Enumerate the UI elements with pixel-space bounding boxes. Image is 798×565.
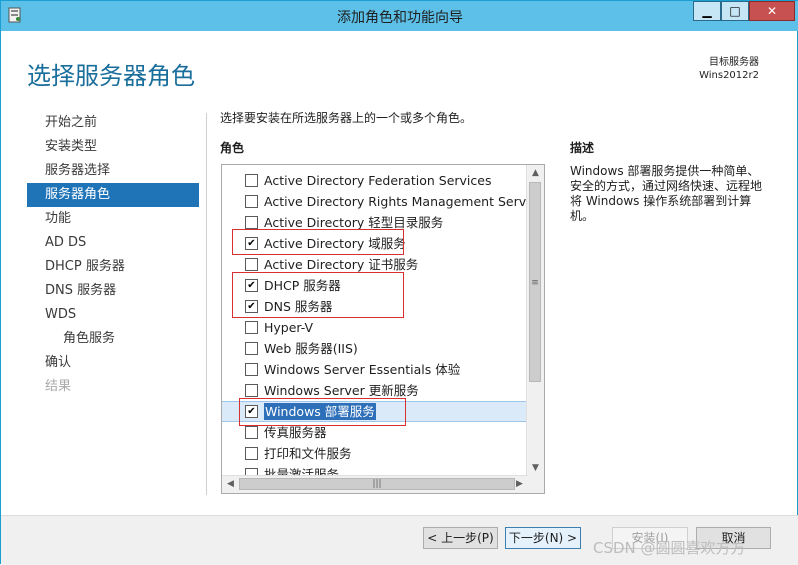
role-checkbox[interactable] <box>245 342 258 355</box>
wizard-window: 添加角色和功能向导 ▁ □ ✕ 选择服务器角色 目标服务器 Wins2012r2… <box>0 0 798 565</box>
nav-item-before-you-begin[interactable]: 开始之前 <box>27 111 199 135</box>
minimize-button[interactable]: ▁ <box>693 1 721 21</box>
wizard-nav: 开始之前 安装类型 服务器选择 服务器角色 功能 AD DS DHCP 服务器 … <box>27 111 199 399</box>
nav-item-dhcp-server[interactable]: DHCP 服务器 <box>27 255 199 279</box>
previous-button[interactable]: < 上一步(P) <box>423 527 498 549</box>
nav-item-results: 结果 <box>45 379 72 394</box>
horizontal-scroll-thumb[interactable]: ||| <box>239 478 515 490</box>
role-item-print-file[interactable]: 打印和文件服务 <box>222 443 528 464</box>
maximize-button[interactable]: □ <box>721 1 749 21</box>
role-item-adfs[interactable]: Active Directory Federation Services <box>222 170 528 191</box>
nav-item-dns-server[interactable]: DNS 服务器 <box>27 279 199 303</box>
role-checkbox[interactable] <box>245 258 258 271</box>
role-label: 打印和文件服务 <box>264 446 352 461</box>
vertical-scroll-thumb[interactable]: ≡ <box>529 182 541 382</box>
page-title: 选择服务器角色 <box>27 62 195 90</box>
role-checkbox[interactable] <box>245 195 258 208</box>
nav-item-server-selection[interactable]: 服务器选择 <box>27 159 199 183</box>
role-label: Active Directory Rights Management Servi… <box>264 194 545 209</box>
target-server-name: Wins2012r2 <box>699 70 759 81</box>
role-label: Windows Server Essentials 体验 <box>264 362 461 377</box>
scroll-down-icon[interactable]: ▼ <box>527 460 544 477</box>
nav-item-server-roles[interactable]: 服务器角色 <box>27 183 199 207</box>
role-label: Active Directory Federation Services <box>264 173 492 188</box>
nav-divider <box>206 113 207 495</box>
role-checkbox[interactable] <box>245 321 258 334</box>
nav-item-features[interactable]: 功能 <box>27 207 199 231</box>
scroll-left-icon[interactable]: ◀ <box>222 476 239 493</box>
nav-item-wds[interactable]: WDS <box>27 303 199 327</box>
close-button[interactable]: ✕ <box>749 1 795 21</box>
minimize-icon: ▁ <box>702 4 712 18</box>
title-bar[interactable]: 添加角色和功能向导 ▁ □ ✕ <box>1 1 798 31</box>
role-label: Web 服务器(IIS) <box>264 341 358 356</box>
watermark: CSDN @圆圆喜欢方方 <box>593 539 746 557</box>
close-icon: ✕ <box>766 4 778 18</box>
next-button[interactable]: 下一步(N) > <box>505 527 581 549</box>
scroll-corner <box>527 476 544 493</box>
target-server-info: 目标服务器 Wins2012r2 <box>699 56 759 82</box>
grip-icon: ||| <box>372 479 382 489</box>
nav-item-ad-ds[interactable]: AD DS <box>27 231 199 255</box>
roles-heading: 角色 <box>220 141 245 155</box>
maximize-icon: □ <box>729 4 741 18</box>
role-checkbox[interactable] <box>245 384 258 397</box>
horizontal-scrollbar[interactable]: ◀ ||| ▶ <box>222 475 528 493</box>
description-text: Windows 部署服务提供一种简单、安全的方式，通过网络快速、远程地将 Win… <box>570 164 763 223</box>
role-item-essentials[interactable]: Windows Server Essentials 体验 <box>222 359 528 380</box>
role-item-adrms[interactable]: Active Directory Rights Management Servi… <box>222 191 544 212</box>
nav-item-installation-type[interactable]: 安装类型 <box>27 135 199 159</box>
highlight-box-wds <box>239 398 406 426</box>
role-checkbox[interactable] <box>245 447 258 460</box>
role-checkbox[interactable] <box>245 363 258 376</box>
instruction-text: 选择要安装在所选服务器上的一个或多个角色。 <box>220 111 473 125</box>
grip-icon: ≡ <box>531 278 539 288</box>
nav-item-confirmation[interactable]: 确认 <box>27 351 199 375</box>
highlight-box-dhcp-dns <box>232 272 404 318</box>
target-server-label: 目标服务器 <box>709 57 759 68</box>
scroll-right-icon[interactable]: ▶ <box>511 476 528 493</box>
vertical-scrollbar[interactable]: ▲ ≡ ▼ <box>526 165 544 477</box>
nav-item-role-services[interactable]: 角色服务 <box>27 327 199 351</box>
role-item-iis[interactable]: Web 服务器(IIS) <box>222 338 528 359</box>
description-heading: 描述 <box>570 141 595 155</box>
role-label: Hyper-V <box>264 320 314 335</box>
role-checkbox[interactable] <box>245 426 258 439</box>
role-checkbox[interactable] <box>245 174 258 187</box>
role-checkbox[interactable] <box>245 216 258 229</box>
role-item-hyper-v[interactable]: Hyper-V <box>222 317 528 338</box>
window-title: 添加角色和功能向导 <box>337 10 463 26</box>
scroll-up-icon[interactable]: ▲ <box>527 165 544 182</box>
roles-list[interactable]: Active Directory Federation Services Act… <box>221 164 545 494</box>
highlight-box-adds <box>232 229 404 255</box>
